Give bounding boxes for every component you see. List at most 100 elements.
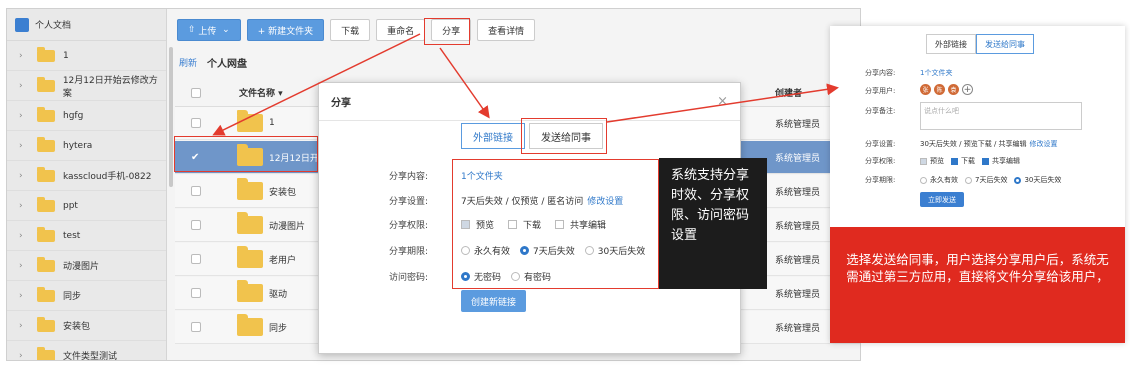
r-period-30-label: 30天后失效 (1024, 176, 1062, 184)
folder-icon (237, 178, 263, 200)
sidebar-item-label: ppt (63, 200, 78, 211)
r-download-checkbox[interactable] (951, 157, 958, 165)
r-period-7-label: 7天后失效 (975, 176, 1008, 184)
breadcrumb: 刷新 个人网盘 (179, 55, 247, 70)
sidebar-item[interactable]: › hytera (7, 131, 166, 161)
new-folder-button[interactable]: + 新建文件夹 (246, 19, 325, 41)
chevron-right-icon[interactable]: › (19, 141, 29, 151)
sidebar-item[interactable]: › hgfg (7, 101, 166, 131)
chevron-right-icon[interactable]: › (19, 171, 29, 181)
sidebar-item-label: 同步 (63, 292, 82, 302)
content-label: 分享内容: (389, 172, 429, 182)
chevron-right-icon[interactable]: › (19, 261, 29, 271)
sidebar-header[interactable]: 个人文档 (7, 9, 166, 41)
sidebar-item-label: kasscloud手机-0822 (63, 172, 152, 182)
r-period-forever-radio[interactable] (920, 176, 927, 184)
r-period-30-radio[interactable] (1014, 176, 1022, 184)
r-settings-label: 分享设置: (865, 140, 896, 148)
folder-icon (37, 346, 55, 360)
creator: 系统管理员 (775, 289, 821, 300)
avatar[interactable]: 陈 (934, 84, 945, 95)
sidebar-item[interactable]: › test (7, 221, 166, 251)
col-creator-header: 创建者 (775, 89, 803, 99)
row-checkbox[interactable] (191, 322, 201, 332)
chevron-right-icon[interactable]: › (19, 111, 29, 121)
toolbar: ⇧ 上传 ⌄ + 新建文件夹 下载 重命名 分享 查看详情 (177, 19, 536, 41)
sidebar-item[interactable]: › 1 (7, 41, 166, 71)
r-preview-label: 预览 (930, 157, 944, 165)
rename-button[interactable]: 重命名 (376, 19, 426, 41)
chevron-right-icon[interactable]: › (19, 291, 29, 301)
r-preview-checkbox[interactable] (920, 157, 927, 165)
folder-icon (36, 76, 55, 92)
sidebar-item[interactable]: › 安装包 (7, 311, 166, 341)
chevron-right-icon[interactable]: › (19, 81, 29, 91)
col-name-header[interactable]: 文件名称 ▾ (239, 86, 283, 99)
folder-icon (37, 106, 55, 122)
sidebar-title: 个人文档 (35, 21, 72, 31)
row-checkbox[interactable] (191, 220, 201, 230)
details-button[interactable]: 查看详情 (477, 19, 536, 41)
sidebar-scrollbar[interactable] (169, 47, 173, 187)
sidebar-item-label: test (63, 230, 81, 241)
refresh-link[interactable]: 刷新 (179, 56, 197, 69)
r-user-label: 分享用户: (865, 87, 896, 95)
avatar[interactable]: 张 (920, 84, 931, 95)
chevron-right-icon[interactable]: › (19, 351, 29, 361)
create-link-button[interactable]: 创建新链接 (461, 290, 527, 312)
creator: 系统管理员 (775, 153, 821, 164)
sidebar-item[interactable]: › 同步 (7, 281, 166, 311)
sidebar-item[interactable]: › ppt (7, 191, 166, 221)
sidebar-item-label: 动漫图片 (63, 262, 100, 272)
r-content-value[interactable]: 1个文件夹 (920, 68, 952, 78)
row-checkbox[interactable] (191, 118, 201, 128)
r-tab-external-link[interactable]: 外部链接 (926, 34, 976, 54)
r-edit-checkbox[interactable] (982, 157, 989, 165)
creator: 系统管理员 (775, 119, 821, 130)
select-all-checkbox[interactable] (191, 87, 201, 98)
download-button[interactable]: 下载 (330, 19, 371, 41)
sidebar-item[interactable]: › 12月12日开始云修改方案 (7, 71, 166, 101)
sidebar-item[interactable]: › kasscloud手机-0822 (7, 161, 166, 191)
r-edit-label: 共享编辑 (992, 157, 1020, 165)
chevron-right-icon[interactable]: › (19, 201, 29, 211)
period-label: 分享期限: (389, 247, 429, 257)
r-period-7-radio[interactable] (965, 176, 972, 184)
add-user-icon[interactable]: + (962, 84, 973, 95)
sidebar-item[interactable]: › 动漫图片 (7, 251, 166, 281)
row-checkbox[interactable] (191, 186, 201, 196)
sidebar-item[interactable]: › 文件类型测试 (7, 341, 166, 361)
tab-external-link[interactable]: 外部链接 (461, 123, 525, 149)
creator: 系统管理员 (775, 323, 821, 334)
close-icon[interactable]: × (717, 94, 728, 109)
avatar[interactable]: 袁 (948, 84, 959, 95)
perm-label: 分享权限: (389, 221, 429, 231)
annotation-dark: 系统支持分享时效、分享权限、访问密码设置 (659, 158, 767, 289)
colleague-share-panel: 外部链接 发送给同事 分享内容: 1个文件夹 分享用户: 张 陈 袁 + 分享备… (830, 26, 1125, 343)
folder-icon (237, 246, 263, 268)
creator: 系统管理员 (775, 221, 821, 232)
folder-icon (37, 166, 55, 182)
folder-icon (37, 286, 55, 302)
row-checkbox[interactable] (191, 254, 201, 264)
r-settings-value: 30天后失效 / 预览下载 / 共享编辑 (920, 140, 1027, 148)
r-content-label: 分享内容: (865, 69, 896, 77)
row-checkbox[interactable] (191, 288, 201, 298)
r-edit-settings-link[interactable]: 修改设置 (1030, 139, 1058, 149)
remark-input[interactable]: 说点什么吧 (920, 102, 1082, 130)
chevron-right-icon[interactable]: › (19, 51, 29, 61)
docs-icon (15, 17, 29, 32)
creator: 系统管理员 (775, 255, 821, 266)
sidebar-item-label: 安装包 (63, 322, 91, 332)
upload-button[interactable]: ⇧ 上传 ⌄ (177, 19, 241, 41)
settings-highlight (452, 159, 659, 289)
folder-icon (237, 280, 263, 302)
share-button-highlight (424, 18, 470, 45)
page-title: 个人网盘 (207, 59, 248, 70)
send-now-button[interactable]: 立即发送 (920, 192, 964, 207)
r-tab-send-colleague[interactable]: 发送给同事 (976, 34, 1034, 54)
chevron-right-icon[interactable]: › (19, 231, 29, 241)
pwd-label: 访问密码: (389, 273, 429, 283)
settings-label: 分享设置: (389, 197, 429, 207)
chevron-right-icon[interactable]: › (19, 321, 29, 331)
